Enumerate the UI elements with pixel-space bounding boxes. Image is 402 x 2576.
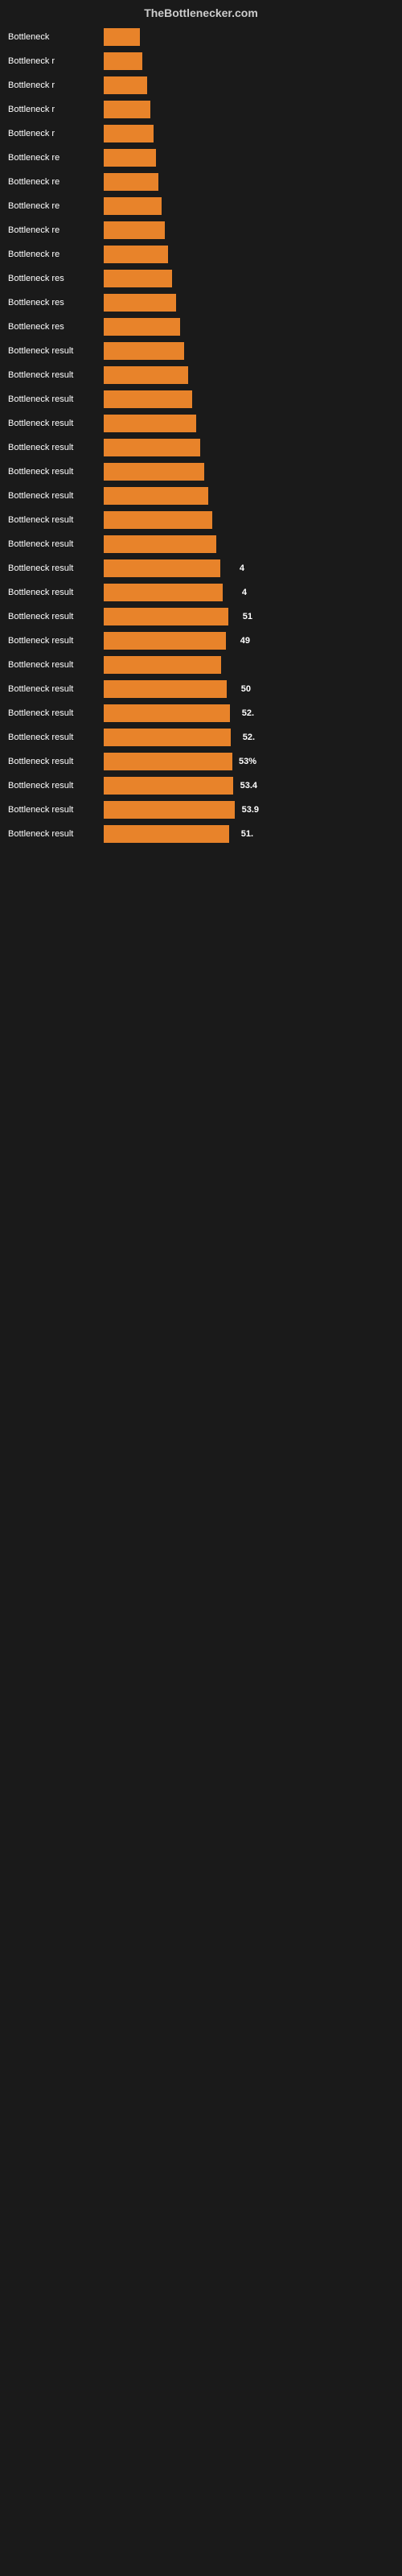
bar-label: Bottleneck r [8, 105, 100, 114]
bar-label: Bottleneck result [8, 612, 100, 621]
bar-row: Bottleneck result 53.9 [8, 799, 394, 821]
bar-row: Bottleneck result 51. [8, 823, 394, 845]
bar-row: Bottleneck result 52. [8, 726, 394, 749]
bar-row: Bottleneck result [8, 654, 394, 676]
bar-value: 49 [240, 636, 250, 646]
bar-row: Bottleneck result 51 [8, 605, 394, 628]
bar-row: Bottleneck result [8, 340, 394, 362]
bar-label: Bottleneck result [8, 346, 100, 356]
bar-value: 52. [242, 708, 254, 718]
bar-label: Bottleneck res [8, 298, 100, 308]
bar-row: Bottleneck re [8, 219, 394, 242]
bar-row: Bottleneck r [8, 98, 394, 121]
bar-label: Bottleneck r [8, 80, 100, 90]
bar-label: Bottleneck result [8, 588, 100, 597]
bar-label: Bottleneck result [8, 491, 100, 501]
bar-label: Bottleneck re [8, 177, 100, 187]
bar-row: Bottleneck res [8, 316, 394, 338]
bar-value: 53.9 [242, 805, 259, 815]
bar-row: Bottleneck re [8, 243, 394, 266]
bar-row: Bottleneck result [8, 533, 394, 555]
bar-label: Bottleneck result [8, 708, 100, 718]
bar-value: 4 [242, 588, 247, 597]
bar-label: Bottleneck re [8, 225, 100, 235]
bar-label: Bottleneck result [8, 733, 100, 742]
bar-row: Bottleneck res [8, 267, 394, 290]
header: TheBottlenecker.com [0, 0, 402, 23]
bar-row: Bottleneck result 4 [8, 557, 394, 580]
bar-value: 4 [240, 564, 244, 573]
bar-label: Bottleneck result [8, 539, 100, 549]
bar-row: Bottleneck result 53% [8, 750, 394, 773]
bar-value: 51. [241, 829, 253, 839]
bar-label: Bottleneck re [8, 250, 100, 259]
bar-row: Bottleneck res [8, 291, 394, 314]
bar-label: Bottleneck result [8, 394, 100, 404]
bar-label: Bottleneck result [8, 636, 100, 646]
bar-value: 53.4 [240, 781, 257, 791]
bar-row: Bottleneck [8, 26, 394, 48]
bar-value: 52. [243, 733, 255, 742]
chart-area: Bottleneck Bottleneck r Bottleneck r Bottle… [0, 23, 402, 850]
bar-row: Bottleneck result [8, 412, 394, 435]
bar-value: 53% [239, 757, 256, 766]
bar-row: Bottleneck r [8, 74, 394, 97]
bar-label: Bottleneck r [8, 56, 100, 66]
bar-row: Bottleneck re [8, 195, 394, 217]
bar-row: Bottleneck result 50 [8, 678, 394, 700]
bar-label: Bottleneck result [8, 684, 100, 694]
bar-row: Bottleneck result 4 [8, 581, 394, 604]
bar-row: Bottleneck result 52. [8, 702, 394, 724]
bar-row: Bottleneck result [8, 388, 394, 411]
bar-label: Bottleneck result [8, 467, 100, 477]
bar-row: Bottleneck re [8, 171, 394, 193]
bar-row: Bottleneck result 53.4 [8, 774, 394, 797]
bar-label: Bottleneck result [8, 370, 100, 380]
bar-label: Bottleneck result [8, 443, 100, 452]
bar-label: Bottleneck re [8, 153, 100, 163]
bar-row: Bottleneck result [8, 485, 394, 507]
bar-label: Bottleneck result [8, 660, 100, 670]
bar-row: Bottleneck r [8, 122, 394, 145]
bar-label: Bottleneck re [8, 201, 100, 211]
bar-row: Bottleneck result [8, 436, 394, 459]
bar-label: Bottleneck result [8, 419, 100, 428]
bar-row: Bottleneck re [8, 147, 394, 169]
bar-label: Bottleneck result [8, 781, 100, 791]
bar-value: 51 [243, 612, 252, 621]
bar-label: Bottleneck result [8, 829, 100, 839]
site-title: TheBottlenecker.com [0, 0, 402, 23]
bar-label: Bottleneck result [8, 757, 100, 766]
bar-value: 50 [241, 684, 251, 694]
bar-row: Bottleneck result [8, 509, 394, 531]
bar-label: Bottleneck [8, 32, 100, 42]
bar-label: Bottleneck result [8, 564, 100, 573]
bar-label: Bottleneck result [8, 515, 100, 525]
bar-label: Bottleneck res [8, 322, 100, 332]
bar-row: Bottleneck result [8, 364, 394, 386]
bar-row: Bottleneck result 49 [8, 630, 394, 652]
bar-label: Bottleneck res [8, 274, 100, 283]
bar-row: Bottleneck result [8, 460, 394, 483]
bar-label: Bottleneck result [8, 805, 100, 815]
bar-row: Bottleneck r [8, 50, 394, 72]
bar-label: Bottleneck r [8, 129, 100, 138]
